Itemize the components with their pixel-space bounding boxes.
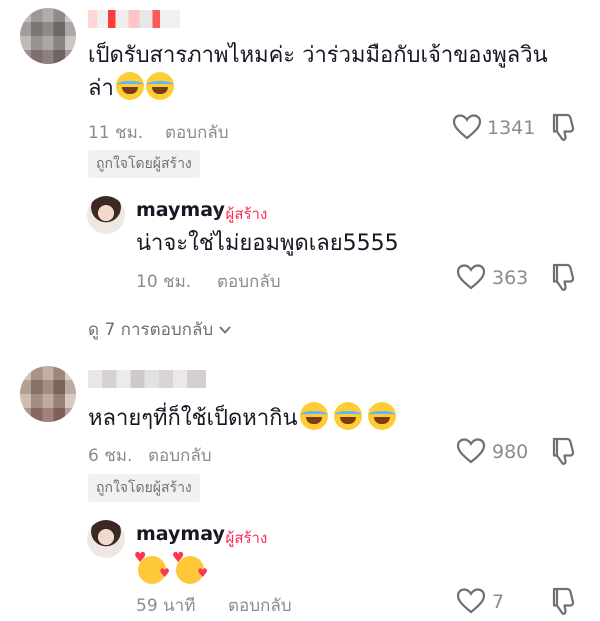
reply-text xyxy=(134,550,208,584)
smiling-face-with-hearts-icon xyxy=(134,550,170,584)
reply-username[interactable]: maymay xyxy=(136,523,225,545)
avatar[interactable] xyxy=(20,366,76,422)
dislike-button[interactable] xyxy=(551,262,577,292)
comment-time: 11 ชม. xyxy=(88,123,144,143)
like-button[interactable] xyxy=(452,113,482,141)
creator-tag: · ผู้สร้าง xyxy=(216,205,268,223)
like-count: 7 xyxy=(492,591,505,613)
smiling-face-with-hearts-icon xyxy=(172,550,208,584)
heart-outline-icon xyxy=(456,264,486,290)
reply-button[interactable]: ตอบกลับ xyxy=(148,442,212,469)
thumbs-down-icon xyxy=(552,587,575,615)
heart-outline-icon xyxy=(452,114,482,140)
comment-text: หลายๆที่ก็ใช้เป็ดหากิน xyxy=(88,402,396,435)
dislike-button[interactable] xyxy=(551,112,577,142)
dislike-button[interactable] xyxy=(551,436,577,466)
comment-text-line1: หลายๆที่ก็ใช้เป็ดหากิน xyxy=(88,406,298,431)
comment-text-line1: เป็ดรับสารภาพไหมค่ะ ว่าร่วมมือกับเจ้าของ… xyxy=(88,43,548,68)
heart-outline-icon xyxy=(456,588,486,614)
view-replies-label: ดู 7 การตอบกลับ xyxy=(88,320,214,340)
reply-text: น่าจะใช่ไม่ยอมพูดเลย5555 xyxy=(136,231,399,256)
heart-outline-icon xyxy=(456,438,486,464)
liked-by-creator-badge: ถูกใจโดยผู้สร้าง xyxy=(88,474,200,502)
face-with-tears-of-joy-icon xyxy=(145,72,174,100)
dislike-button[interactable] xyxy=(551,586,577,616)
reply-button[interactable]: ตอบกลับ xyxy=(217,268,281,295)
face-with-tears-of-joy-icon xyxy=(299,402,328,430)
comment-text-line2: ล่า xyxy=(88,76,114,101)
like-count: 980 xyxy=(492,441,529,463)
avatar[interactable] xyxy=(87,196,125,234)
comment-text: เป็ดรับสารภาพไหมค่ะ ว่าร่วมมือกับเจ้าของ… xyxy=(88,40,588,105)
avatar[interactable] xyxy=(20,8,76,64)
avatar[interactable] xyxy=(87,520,125,558)
chevron-down-icon xyxy=(219,325,231,334)
thumbs-down-icon xyxy=(552,437,575,465)
reply-time: 59 นาที xyxy=(136,596,196,616)
face-with-tears-of-joy-icon xyxy=(115,72,144,100)
username[interactable] xyxy=(88,10,180,28)
like-button[interactable] xyxy=(456,587,486,615)
like-button[interactable] xyxy=(456,263,486,291)
comment-time: 6 ชม. xyxy=(88,446,133,466)
like-count: 363 xyxy=(492,267,529,289)
view-replies-button[interactable]: ดู 7 การตอบกลับ xyxy=(88,316,233,343)
reply-button[interactable]: ตอบกลับ xyxy=(228,592,292,619)
liked-by-creator-badge: ถูกใจโดยผู้สร้าง xyxy=(88,150,200,178)
reply-time: 10 ชม. xyxy=(136,272,192,292)
face-with-tears-of-joy-icon xyxy=(367,402,396,430)
thumbs-down-icon xyxy=(552,263,575,291)
face-with-tears-of-joy-icon xyxy=(333,402,362,430)
creator-tag: · ผู้สร้าง xyxy=(216,529,268,547)
like-button[interactable] xyxy=(456,437,486,465)
reply-username[interactable]: maymay xyxy=(136,199,225,221)
reply-button[interactable]: ตอบกลับ xyxy=(165,119,229,146)
like-count: 1341 xyxy=(487,117,536,139)
username[interactable] xyxy=(88,370,206,388)
thumbs-down-icon xyxy=(552,113,575,141)
